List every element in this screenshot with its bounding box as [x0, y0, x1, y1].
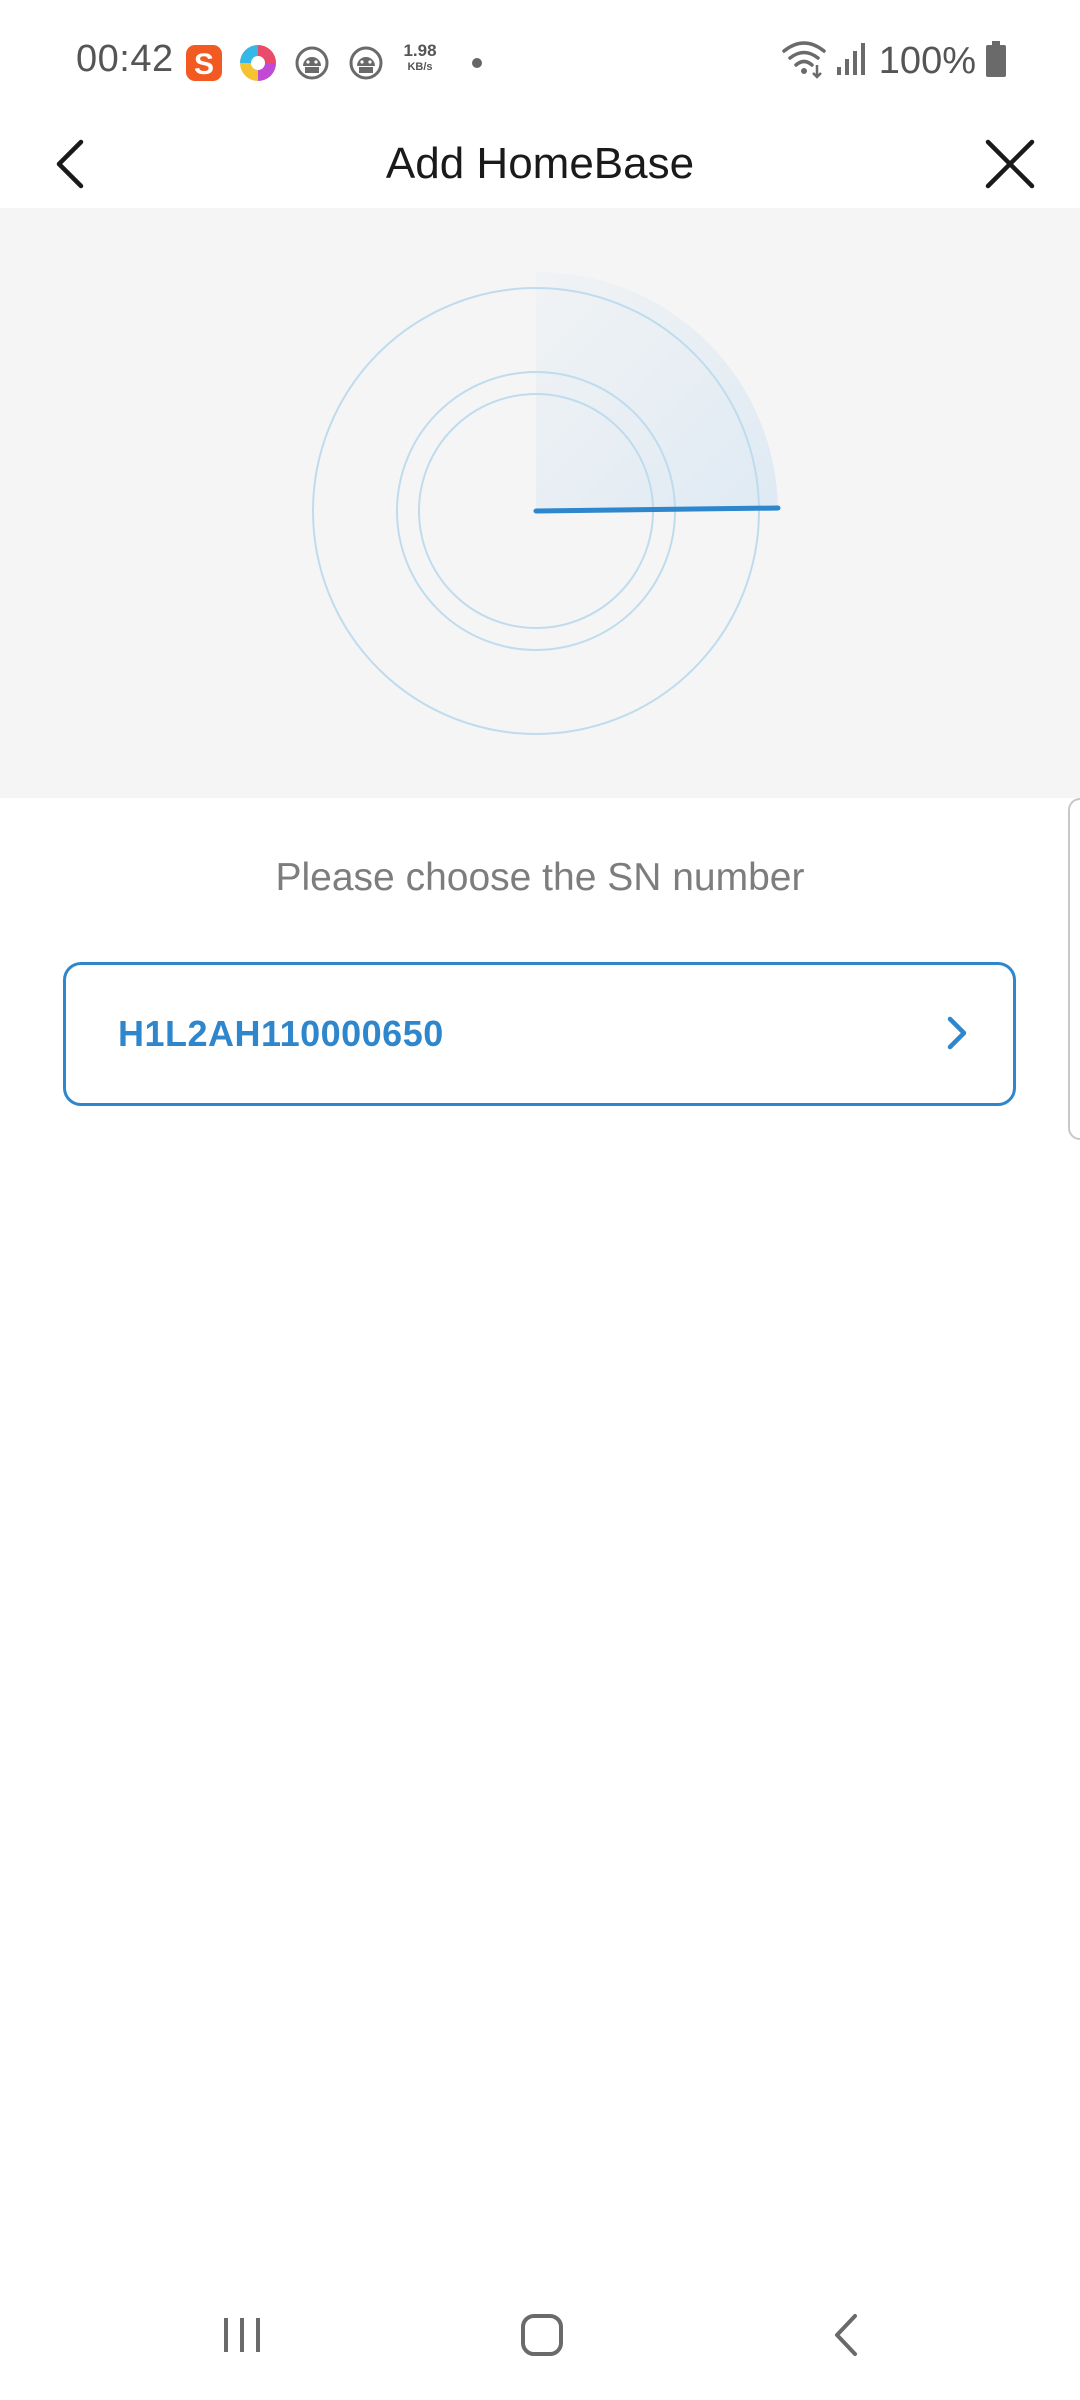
close-icon: [985, 139, 1035, 189]
net-speed-unit: KB/s: [407, 61, 433, 73]
home-button[interactable]: [482, 2270, 602, 2400]
colorful-app-icon: [236, 41, 280, 85]
status-bar: 00:42 S 1.98 KB/s 100%: [0, 0, 1080, 120]
page-title: Add HomeBase: [385, 139, 695, 188]
close-button[interactable]: [970, 120, 1050, 208]
app-header: Add HomeBase: [0, 120, 1080, 208]
status-system-icons: 100%: [781, 36, 1008, 86]
system-navigation-bar: [0, 2270, 1080, 2400]
status-time: 00:42: [76, 38, 174, 80]
home-icon: [521, 2314, 563, 2356]
svg-text:S: S: [194, 48, 214, 81]
radar-icon: [240, 228, 830, 773]
net-speed-indicator: 1.98 KB/s: [398, 41, 442, 85]
signal-icon: [835, 39, 871, 84]
recents-button[interactable]: [182, 2270, 302, 2400]
android-head-icon: [344, 41, 388, 85]
battery-icon: [984, 39, 1008, 84]
radar-scan-illustration: [0, 208, 1080, 798]
status-notification-icons: S 1.98 KB/s: [182, 40, 482, 86]
android-head-icon: [290, 41, 334, 85]
system-back-button[interactable]: [786, 2270, 906, 2400]
wifi-icon: [781, 39, 827, 84]
net-speed-value: 1.98: [403, 41, 437, 60]
battery-percent: 100%: [878, 39, 976, 82]
choose-sn-prompt: Please choose the SN number: [275, 856, 805, 899]
chevron-left-icon: [56, 139, 84, 189]
recents-icon: [224, 2318, 260, 2352]
sohu-app-icon: S: [182, 41, 226, 85]
more-notifications-dot: [472, 58, 482, 68]
chevron-right-icon: [947, 1016, 967, 1050]
back-arrow-icon: [835, 2314, 857, 2356]
side-panel-handle[interactable]: [1068, 798, 1080, 1140]
back-button[interactable]: [40, 120, 100, 208]
sn-number: H1L2AH110000650: [118, 1013, 444, 1054]
sn-list-item[interactable]: H1L2AH110000650: [63, 962, 1016, 1106]
